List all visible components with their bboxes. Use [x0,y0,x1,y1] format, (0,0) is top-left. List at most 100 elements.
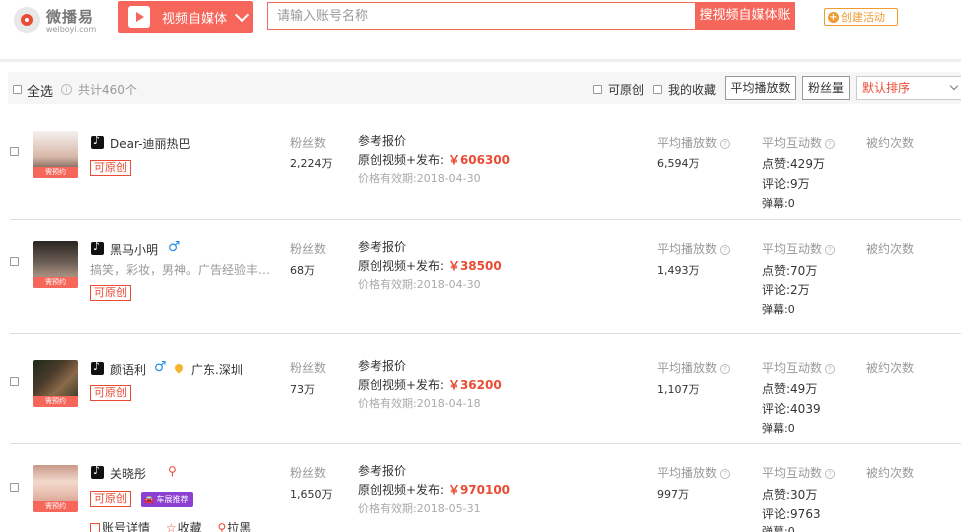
likes-number: 429万 [790,157,825,171]
favorites-filter-label[interactable]: 我的收藏 [668,81,716,98]
account-name[interactable]: 黑马小明 [110,241,158,258]
danmu-value: 弹幕:0 [762,420,795,436]
danmu-prefix: 弹幕: [762,197,788,210]
original-filter-label[interactable]: 可原创 [608,81,644,98]
comments-number: 2万 [790,283,810,297]
male-icon: ♂ [154,359,167,375]
price-amount: ￥606300 [447,153,511,167]
logo-subtext: weiboyi.com [46,25,97,34]
chevron-down-icon [235,10,249,24]
avatar[interactable]: 需预约 [33,131,78,178]
row-checkbox[interactable] [10,377,19,386]
validity-prefix: 价格有效期: [358,172,417,185]
danmu-number: 0 [787,303,795,316]
booking-badge: 需预约 [33,277,78,288]
validity-date: 2018-05-31 [416,502,481,515]
row-checkbox[interactable] [10,257,19,266]
booked-label: 被约次数 [866,466,915,480]
price-amount: ￥36200 [447,378,502,392]
account-name[interactable]: 颜语利 [110,361,146,378]
account-name[interactable]: Dear-迪丽热巴 [110,135,190,152]
table-row: 需预约 关晓彤 ⚲ 可原创 🚘 车展推荐 账号详情 ☆收藏 ⚲拉黑 粉丝数 1,… [10,456,961,532]
comments-number: 9763 [790,507,821,521]
price-line: 原创视频+发布: ￥606300 [358,151,510,168]
help-icon[interactable]: ? [720,364,731,374]
original-badge: 可原创 [90,491,131,507]
danmu-value: 弹幕:0 [762,301,795,317]
search-input[interactable] [267,2,695,30]
help-icon[interactable]: ? [720,139,731,149]
validity-date: 2018-04-18 [416,397,481,410]
tiktok-icon [91,360,104,375]
danmu-prefix: 弹幕: [762,422,788,435]
price-line: 原创视频+发布: ￥36200 [358,376,502,393]
original-filter-checkbox[interactable] [593,85,602,94]
site-logo[interactable]: 微播易 weiboyi.com [14,4,104,36]
info-icon[interactable]: i [61,84,72,95]
price-title: 参考报价 [358,134,407,148]
likes-prefix: 点赞: [762,488,791,502]
help-icon[interactable]: ? [825,364,836,374]
comments-value: 评论:9763 [762,505,821,522]
price-validity: 价格有效期:2018-05-31 [358,500,481,516]
price-validity: 价格有效期:2018-04-30 [358,276,481,292]
sort-avg-play-button[interactable]: 平均播放数 [725,76,796,100]
row-checkbox[interactable] [10,147,19,156]
account-name[interactable]: 关晓彤 [110,465,146,482]
chevron-down-icon [949,81,959,91]
price-prefix: 原创视频+发布: [358,153,445,167]
price-prefix: 原创视频+发布: [358,483,445,497]
original-badge: 可原创 [90,285,131,301]
avg-play-text: 平均播放数 [657,361,718,375]
block-link[interactable]: 拉黑 [227,521,251,532]
help-icon[interactable]: ? [825,245,836,255]
select-all-label[interactable]: 全选 [27,81,53,100]
original-badge: 可原创 [90,385,131,401]
likes-prefix: 点赞: [762,264,791,278]
danmu-value: 弹幕:0 [762,195,795,211]
comments-value: 评论:2万 [762,281,810,298]
danmu-prefix: 弹幕: [762,303,788,316]
comments-number: 9万 [790,177,810,191]
row-checkbox[interactable] [10,483,19,492]
danmu-number: 0 [787,422,795,435]
price-line: 原创视频+发布: ￥970100 [358,481,510,498]
account-detail-link[interactable]: 账号详情 [102,521,150,532]
favorites-filter-checkbox[interactable] [653,85,662,94]
sort-selected-value: 默认排序 [862,81,911,95]
search-button[interactable]: 搜视频自媒体账 [695,2,795,30]
male-icon: ♂ [168,239,181,255]
comments-prefix: 评论: [762,283,791,297]
help-icon[interactable]: ? [720,469,731,479]
detail-icon [90,523,100,532]
comments-value: 评论:9万 [762,175,810,192]
video-play-icon [128,6,150,28]
avg-interact-text: 平均互动数 [762,361,823,375]
sort-select[interactable]: 默认排序 [856,76,961,100]
price-validity: 价格有效期:2018-04-18 [358,395,481,411]
booked-label: 被约次数 [866,361,915,375]
avatar[interactable]: 需预约 [33,241,78,288]
favorite-link[interactable]: 收藏 [178,521,202,532]
price-title: 参考报价 [358,464,407,478]
fans-label: 粉丝数 [290,466,327,480]
avg-interact-text: 平均互动数 [762,466,823,480]
likes-number: 70万 [790,264,818,278]
avatar[interactable]: 需预约 [33,360,78,407]
tiktok-icon [91,134,104,149]
media-type-dropdown[interactable]: 视频自媒体 [118,1,253,33]
help-icon[interactable]: ? [825,469,836,479]
likes-value: 点赞:30万 [762,486,817,503]
validity-prefix: 价格有效期: [358,397,417,410]
avg-play-text: 平均播放数 [657,242,718,256]
help-icon[interactable]: ? [720,245,731,255]
avg-play-value: 1,493万 [657,264,700,277]
select-all-checkbox[interactable] [13,85,22,94]
danmu-number: 0 [787,525,795,532]
create-activity-button[interactable]: + 创建活动 [824,8,898,26]
car-tag-label: 车展推荐 [156,495,189,504]
avatar[interactable]: 需预约 [33,465,78,512]
fans-label: 粉丝数 [290,361,327,375]
help-icon[interactable]: ? [825,139,836,149]
sort-fans-button[interactable]: 粉丝量 [802,76,850,100]
